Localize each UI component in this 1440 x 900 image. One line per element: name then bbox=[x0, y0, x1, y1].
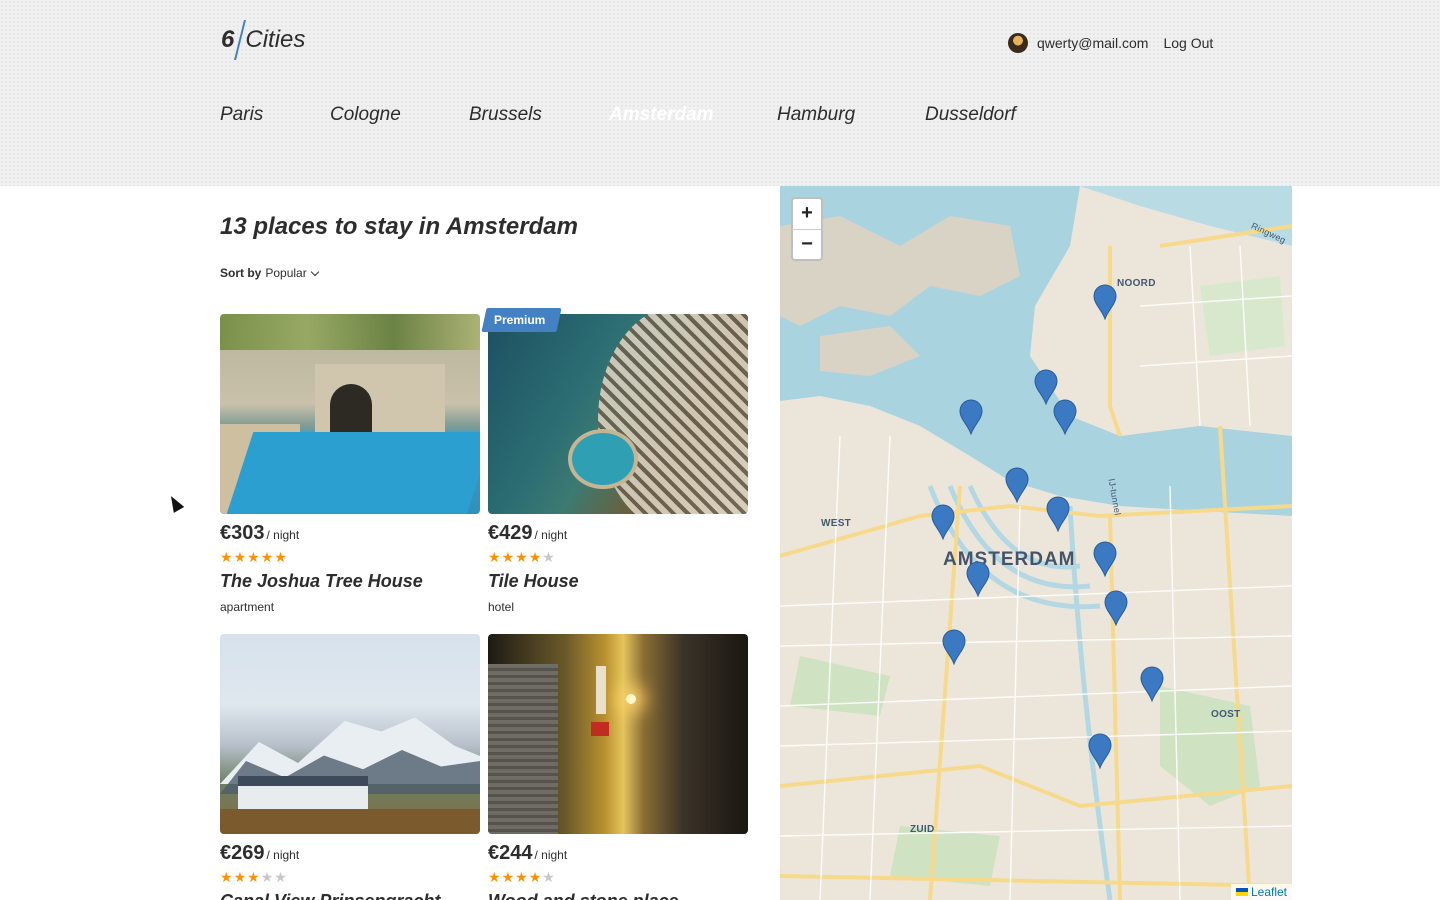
places-count-title: 13 places to stay in Amsterdam bbox=[220, 213, 578, 240]
map-tiles bbox=[780, 186, 1292, 900]
map-pin-icon[interactable] bbox=[1140, 666, 1164, 702]
logo-number: 6 bbox=[221, 26, 235, 53]
star-icon: ★ bbox=[233, 869, 247, 885]
map-label-amsterdam: AMSTERDAM bbox=[943, 549, 1076, 570]
sort-label: Sort by bbox=[220, 266, 262, 280]
place-name[interactable]: Canal View Prinsengracht bbox=[220, 891, 480, 900]
star-icon: ★ bbox=[220, 549, 233, 565]
star-icon: ★ bbox=[274, 549, 287, 565]
sort-value[interactable]: Popular bbox=[265, 266, 306, 280]
map-pin-icon[interactable] bbox=[1053, 399, 1077, 435]
chevron-down-icon bbox=[310, 267, 319, 276]
map-label-noord: NOORD bbox=[1117, 278, 1156, 289]
map-pin-icon[interactable] bbox=[959, 399, 983, 435]
tab-amsterdam[interactable]: Amsterdam bbox=[609, 96, 714, 134]
premium-badge: Premium bbox=[481, 308, 562, 332]
map-pin-icon[interactable] bbox=[942, 629, 966, 665]
map-attribution[interactable]: Leaflet bbox=[1230, 884, 1292, 900]
place-type: hotel bbox=[488, 600, 515, 614]
price-period: / night bbox=[534, 528, 568, 542]
star-icon: ★ bbox=[528, 549, 542, 565]
map-pin-icon[interactable] bbox=[1093, 541, 1117, 577]
price-value: €269 bbox=[220, 842, 265, 864]
logo-link[interactable]: 6 Cities bbox=[221, 20, 305, 60]
price-value: €303 bbox=[220, 522, 265, 544]
map-pin-icon[interactable] bbox=[1093, 284, 1117, 320]
star-icon: ★ bbox=[260, 869, 274, 885]
price-period: / night bbox=[534, 848, 568, 862]
logout-link[interactable]: Log Out bbox=[1163, 35, 1213, 51]
place-image[interactable] bbox=[220, 314, 480, 514]
star-icon: ★ bbox=[501, 549, 515, 565]
tab-cologne[interactable]: Cologne bbox=[330, 96, 401, 134]
place-image[interactable] bbox=[488, 634, 748, 834]
place-card[interactable]: Premium €429 / night ★ ★ ★ ★ ★ Tile House ho… bbox=[481, 308, 748, 614]
header bbox=[0, 0, 1440, 186]
map-pin-icon[interactable] bbox=[1005, 467, 1029, 503]
price-period: / night bbox=[266, 848, 300, 862]
star-icon: ★ bbox=[528, 869, 542, 885]
place-image[interactable] bbox=[220, 634, 480, 834]
price-row: €269 / night bbox=[220, 842, 480, 865]
user-avatar[interactable] bbox=[1008, 33, 1028, 53]
rating-stars: ★ ★ ★ ★ ★ bbox=[488, 550, 748, 564]
price-period: / night bbox=[266, 528, 300, 542]
star-icon: ★ bbox=[501, 869, 515, 885]
rating-stars: ★ ★ ★ ★ ★ bbox=[488, 870, 748, 884]
star-icon: ★ bbox=[488, 549, 501, 565]
tab-paris[interactable]: Paris bbox=[220, 96, 263, 134]
logo-text: Cities bbox=[245, 26, 306, 53]
rating-stars: ★ ★ ★ ★ ★ bbox=[220, 550, 480, 564]
ukraine-flag-icon bbox=[1235, 888, 1248, 896]
tab-dusseldorf[interactable]: Dusseldorf bbox=[925, 96, 1016, 134]
place-name[interactable]: Wood and stone place bbox=[488, 891, 748, 900]
star-icon: ★ bbox=[260, 549, 274, 565]
user-nav: qwerty@mail.com Log Out bbox=[1008, 32, 1213, 54]
place-name[interactable]: Tile House bbox=[488, 571, 748, 592]
place-name[interactable]: The Joshua Tree House bbox=[220, 571, 480, 592]
map-pin-icon[interactable] bbox=[1046, 496, 1070, 532]
star-icon: ★ bbox=[247, 549, 260, 565]
star-icon: ★ bbox=[542, 869, 555, 885]
zoom-in-button[interactable]: + bbox=[793, 199, 821, 229]
map-pin-icon[interactable] bbox=[931, 504, 955, 540]
zoom-control: + − bbox=[791, 197, 823, 261]
sort-dropdown[interactable]: Sort by Popular bbox=[220, 266, 319, 280]
tab-brussels[interactable]: Brussels bbox=[469, 96, 542, 134]
price-row: €303 / night bbox=[220, 522, 480, 545]
place-card[interactable]: €269 / night ★★★★★ Canal View Prinsengra… bbox=[220, 634, 480, 900]
price-value: €244 bbox=[488, 842, 533, 864]
leaflet-link[interactable]: Leaflet bbox=[1251, 885, 1287, 899]
star-icon: ★ bbox=[542, 549, 555, 565]
star-icon: ★ bbox=[274, 869, 287, 885]
star-icon: ★ bbox=[247, 869, 260, 885]
map-pin-icon[interactable] bbox=[1104, 590, 1128, 626]
rating-stars: ★ ★ ★ ★ ★ bbox=[220, 870, 480, 884]
mouse-cursor-icon bbox=[165, 493, 185, 513]
star-icon: ★ bbox=[515, 869, 528, 885]
place-type: apartment bbox=[220, 600, 275, 614]
user-email[interactable]: qwerty@mail.com bbox=[1037, 35, 1148, 51]
price-row: €244 / night bbox=[488, 842, 748, 865]
map-pin-icon[interactable] bbox=[1088, 733, 1112, 769]
city-map[interactable]: + − NOORD WEST AMSTERDAM OOST ZUID IJ-tu… bbox=[780, 186, 1292, 900]
tab-hamburg[interactable]: Hamburg bbox=[777, 96, 855, 134]
star-icon: ★ bbox=[488, 869, 501, 885]
map-pin-icon[interactable] bbox=[966, 561, 990, 597]
zoom-out-button[interactable]: − bbox=[793, 229, 821, 259]
star-icon: ★ bbox=[220, 869, 233, 885]
map-label-west: WEST bbox=[821, 518, 852, 529]
star-icon: ★ bbox=[515, 549, 528, 565]
price-value: €429 bbox=[488, 522, 533, 544]
map-label-oost: OOST bbox=[1211, 709, 1241, 720]
price-row: €429 / night bbox=[488, 522, 748, 545]
place-image[interactable] bbox=[488, 314, 748, 514]
star-icon: ★ bbox=[233, 549, 247, 565]
place-card[interactable]: €303 / night ★ ★ ★ ★ ★ The Joshua Tree House… bbox=[220, 314, 480, 614]
map-label-zuid: ZUID bbox=[910, 824, 935, 835]
place-card[interactable]: €244 / night ★★★★★ Wood and stone place bbox=[488, 634, 748, 900]
